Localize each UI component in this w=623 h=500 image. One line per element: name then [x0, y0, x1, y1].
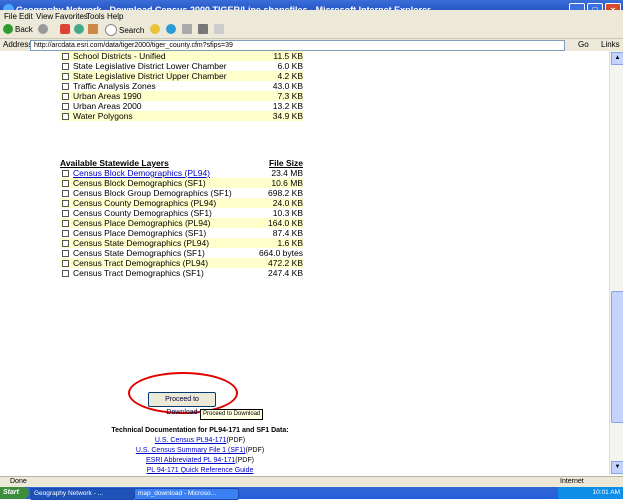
- address-input[interactable]: http://arcdata.esri.com/data/tiger2000/t…: [30, 40, 565, 51]
- forward-arrow-icon: [38, 24, 48, 34]
- menu-view[interactable]: View: [36, 12, 53, 21]
- search-button[interactable]: Search: [105, 24, 144, 36]
- back-button[interactable]: Back: [3, 24, 33, 34]
- checkbox[interactable]: [62, 210, 69, 218]
- checkbox[interactable]: [62, 240, 69, 248]
- checkbox[interactable]: [62, 103, 69, 111]
- menu-tools[interactable]: Tools: [86, 12, 105, 21]
- table-row: Urban Areas 2000 13.2 KB: [60, 101, 303, 111]
- doc-link-esri[interactable]: ESRI Abbreviated PL 94-171: [146, 457, 235, 464]
- menu-file[interactable]: File: [4, 12, 17, 21]
- checkbox[interactable]: [62, 230, 69, 238]
- cut-button[interactable]: [198, 24, 208, 34]
- copy-icon: [214, 24, 224, 34]
- county-layers-table: School Districts - Unified 11.5 KB State …: [60, 51, 303, 121]
- links-button[interactable]: Links: [601, 40, 620, 49]
- table-row: Census State Demographics (SF1) 664.0 byt…: [60, 248, 303, 258]
- table-row: State Legislative District Lower Chamber…: [60, 61, 303, 71]
- start-button[interactable]: Start: [0, 487, 29, 499]
- docs-title: Technical Documentation for PL94-171 and…: [111, 427, 289, 434]
- table-row: Traffic Analysis Zones 43.0 KB: [60, 81, 303, 91]
- checkbox[interactable]: [62, 170, 69, 178]
- layer-link[interactable]: Census Block Demographics (PL94): [73, 168, 210, 178]
- address-bar: Address http://arcdata.esri.com/data/tig…: [0, 38, 623, 51]
- taskbar: Start Geography Network - ... map_downlo…: [0, 487, 623, 500]
- checkbox[interactable]: [62, 83, 69, 91]
- stop-icon: [60, 24, 70, 34]
- checkbox[interactable]: [62, 180, 69, 188]
- doc-link-pl94[interactable]: U.S. Census PL94-171: [155, 437, 227, 444]
- refresh-icon: [74, 24, 84, 34]
- table-row: School Districts - Unified 11.5 KB: [60, 51, 303, 61]
- vertical-scrollbar[interactable]: ▲ ▼: [609, 51, 623, 475]
- copy-button[interactable]: [214, 24, 224, 34]
- header-layer-name: Available Statewide Layers: [60, 158, 169, 168]
- security-zone: Internet: [560, 478, 584, 485]
- scroll-thumb[interactable]: [611, 291, 623, 423]
- home-icon: [88, 24, 98, 34]
- page-viewport: School Districts - Unified 11.5 KB State …: [0, 51, 610, 475]
- tooltip: Proceed to Download: [200, 409, 264, 420]
- system-tray-clock: 10:01 AM: [558, 487, 623, 499]
- table-header: Available Statewide Layers File Size: [60, 158, 303, 168]
- media-button[interactable]: [166, 24, 176, 34]
- favorites-button[interactable]: [150, 24, 160, 34]
- scroll-up-arrow-icon[interactable]: ▲: [611, 52, 623, 65]
- checkbox[interactable]: [62, 220, 69, 228]
- media-icon: [166, 24, 176, 34]
- menu-help[interactable]: Help: [107, 12, 123, 21]
- taskbar-item-geography-network[interactable]: Geography Network - ...: [30, 488, 135, 500]
- proceed-to-download-button[interactable]: Proceed to Download: [148, 392, 216, 416]
- scroll-down-arrow-icon[interactable]: ▼: [611, 461, 623, 474]
- checkbox[interactable]: [62, 270, 69, 278]
- checkbox[interactable]: [62, 250, 69, 258]
- statewide-layers-table: Available Statewide Layers File Size Cen…: [60, 158, 303, 278]
- checkbox[interactable]: [62, 63, 69, 71]
- checkbox[interactable]: [62, 260, 69, 268]
- checkbox[interactable]: [62, 113, 69, 121]
- table-row: Census Block Group Demographics (SF1) 698…: [60, 188, 303, 198]
- table-row: Census County Demographics (PL94) 24.0 KB: [60, 198, 303, 208]
- menu-favorites[interactable]: Favorites: [55, 12, 88, 21]
- doc-link-quick-ref[interactable]: PL 94-171 Quick Reference Guide: [147, 467, 254, 474]
- table-row: Census Place Demographics (PL94) 164.0 KB: [60, 218, 303, 228]
- scissors-icon: [198, 24, 208, 34]
- checkbox[interactable]: [62, 200, 69, 208]
- technical-documentation: Technical Documentation for PL94-171 and…: [60, 426, 340, 475]
- header-file-size: File Size: [268, 158, 303, 168]
- checkbox[interactable]: [62, 190, 69, 198]
- table-row: Census State Demographics (PL94) 1.6 KB: [60, 238, 303, 248]
- mail-icon: [182, 24, 192, 34]
- table-row: Census County Demographics (SF1) 10.3 KB: [60, 208, 303, 218]
- forward-button[interactable]: [38, 24, 48, 34]
- checkbox[interactable]: [62, 93, 69, 101]
- favorites-star-icon: [150, 24, 160, 34]
- search-icon: [105, 24, 117, 36]
- checkbox[interactable]: [62, 73, 69, 81]
- table-row: State Legislative District Upper Chamber…: [60, 71, 303, 81]
- back-arrow-icon: [3, 24, 13, 34]
- stop-button[interactable]: [60, 24, 70, 34]
- toolbar: Back Search: [0, 22, 623, 38]
- status-text: Done: [10, 478, 27, 485]
- go-button[interactable]: Go: [578, 40, 589, 49]
- mail-button[interactable]: [182, 24, 192, 34]
- table-row: Census Tract Demographics (PL94) 472.2 KB: [60, 258, 303, 268]
- checkbox[interactable]: [62, 53, 69, 61]
- doc-link-sf1[interactable]: U.S. Census Summary File 1 (SF1): [136, 447, 246, 454]
- home-button[interactable]: [88, 24, 98, 34]
- table-row: Water Polygons 34.9 KB: [60, 111, 303, 121]
- table-row: Census Place Demographics (SF1) 87.4 KB: [60, 228, 303, 238]
- table-row: Census Tract Demographics (SF1) 247.4 KB: [60, 268, 303, 278]
- refresh-button[interactable]: [74, 24, 84, 34]
- address-label: Address: [3, 40, 33, 49]
- table-row: Census Block Demographics (PL94) 23.4 MB: [60, 168, 303, 178]
- taskbar-item-map-download[interactable]: map_download - Microso...: [134, 488, 239, 500]
- menu-edit[interactable]: Edit: [19, 12, 33, 21]
- table-row: Census Block Demographics (SF1) 10.6 MB: [60, 178, 303, 188]
- table-row: Urban Areas 1990 7.3 KB: [60, 91, 303, 101]
